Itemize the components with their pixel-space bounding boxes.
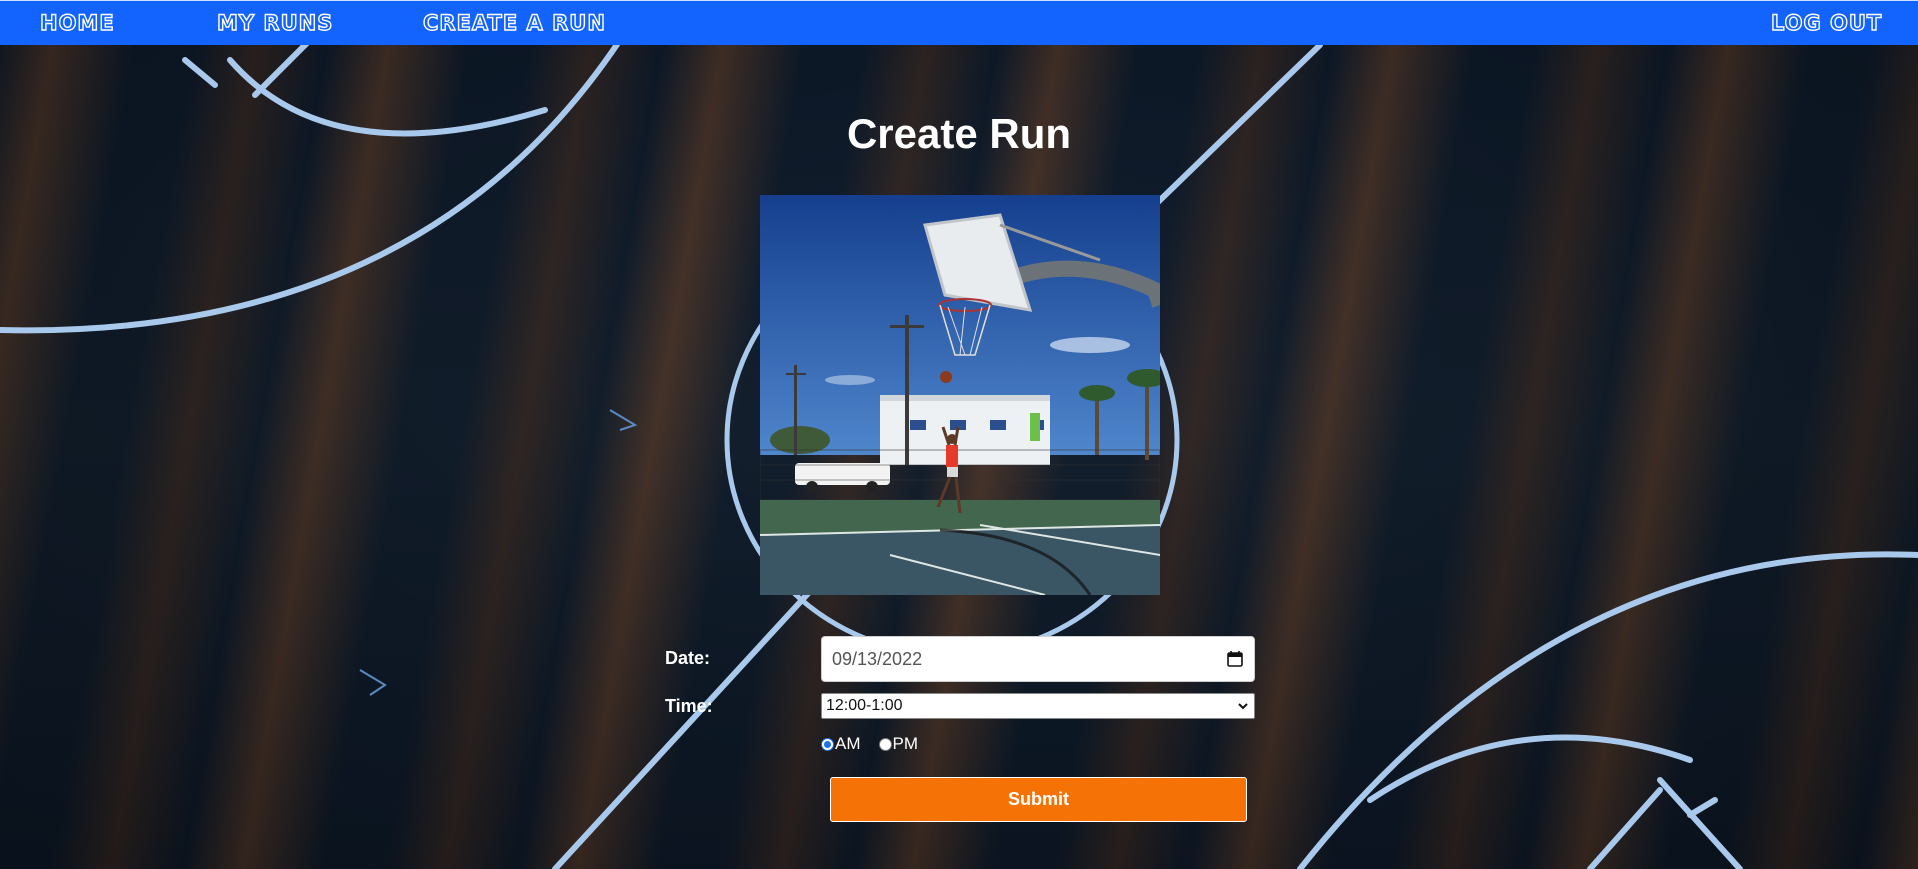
page-title: Create Run [846,110,1072,157]
nav-my-runs-link[interactable]: MY RUNS [216,10,333,35]
am-label: AM [835,734,861,753]
time-select-value: 12:00-1:00 [826,697,903,714]
chevron-down-icon [1238,703,1248,710]
date-label: Date: [665,648,711,668]
top-navbar: HOME MY RUNS CREATE A RUN LOG OUT [0,0,1918,45]
time-select[interactable]: 12:00-1:00 [821,693,1255,719]
pm-radio[interactable] [878,737,892,751]
am-radio-option[interactable]: AM [821,734,861,754]
nav-home-link[interactable]: HOME [39,10,115,35]
nav-create-run-link[interactable]: CREATE A RUN [422,10,606,35]
pm-label: PM [892,734,919,753]
am-radio[interactable] [821,737,834,751]
date-field[interactable]: 09/13/2022 [821,636,1255,682]
submit-button[interactable]: Submit [830,777,1247,822]
pm-radio-option[interactable]: PM [878,734,919,754]
am-pm-radio-group: AM PM [821,733,936,755]
date-value: 09/13/2022 [832,648,923,669]
time-label: Time: [665,696,713,716]
nav-log-out-link[interactable]: LOG OUT [1770,10,1882,35]
calendar-icon[interactable] [1226,650,1244,668]
basketball-court-photo [760,195,1160,595]
